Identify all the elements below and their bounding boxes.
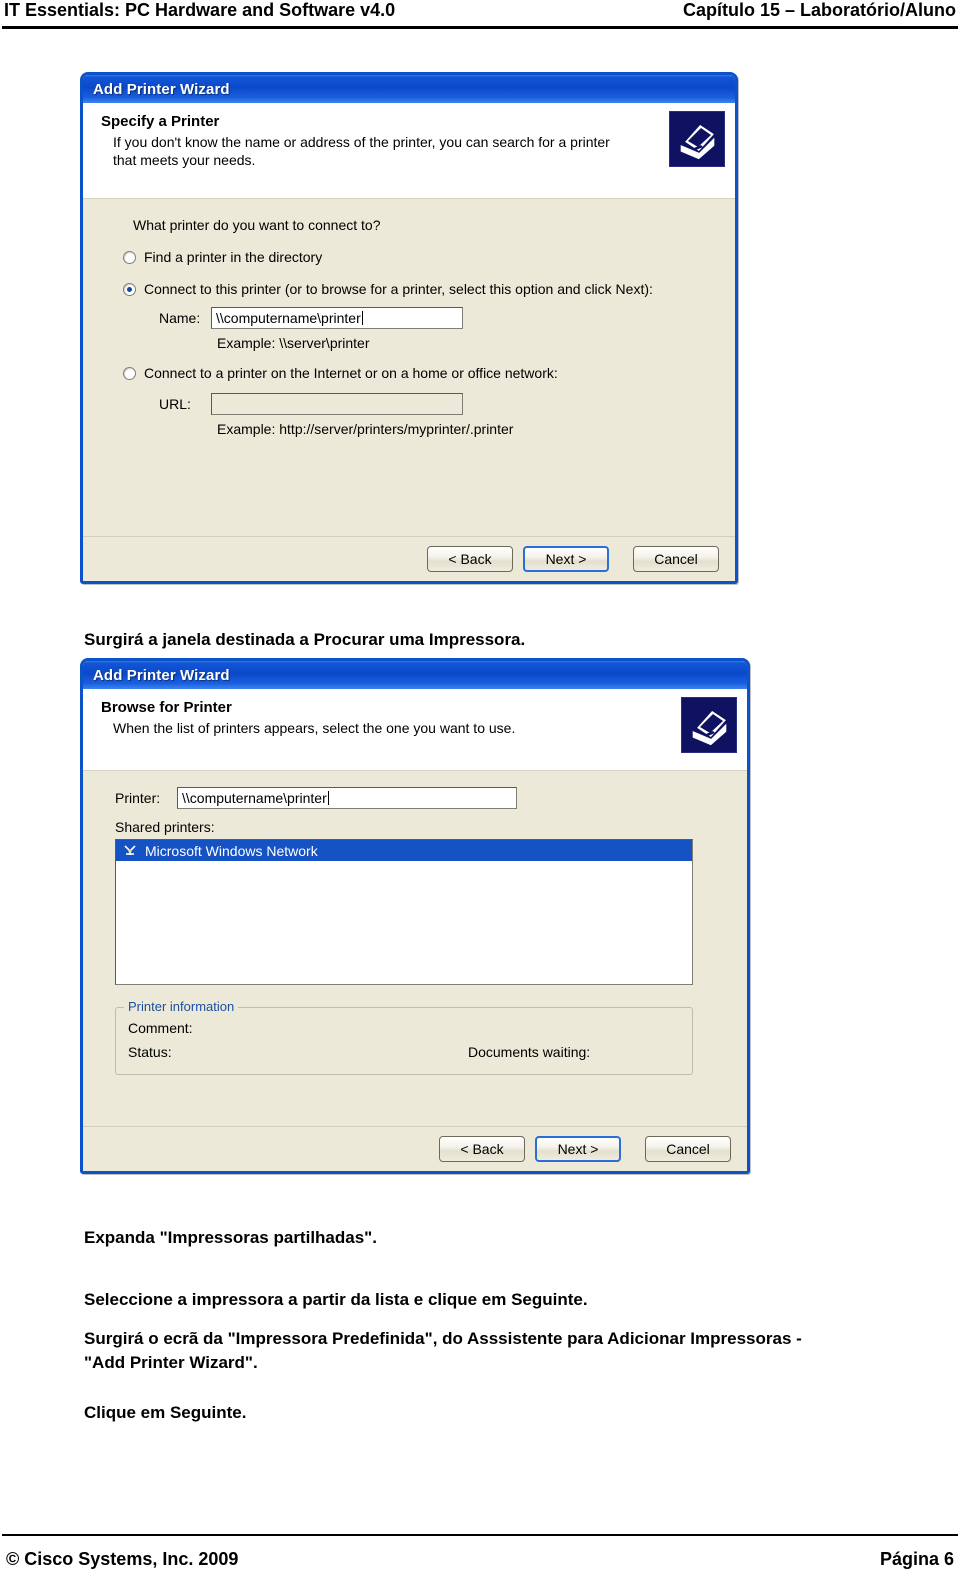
dialog1-banner: Specify a Printer If you don't know the …: [83, 103, 735, 199]
name-field-label: Name:: [159, 310, 201, 326]
paragraph-click-next-pre: Clique em: [84, 1403, 170, 1422]
radio-connect-internet-printer[interactable]: Connect to a printer on the Internet or …: [123, 365, 717, 381]
radio-connect-this-printer[interactable]: Connect to this printer (or to browse fo…: [123, 281, 717, 297]
dialog2-footer: < Back Next > Cancel: [83, 1126, 747, 1171]
dialog2-banner-heading: Browse for Printer: [101, 699, 232, 716]
radio-connect-internet-printer-control[interactable]: [123, 366, 136, 380]
dialog1-footer: < Back Next > Cancel: [83, 536, 735, 581]
paragraph-expand-shared: Expanda "Impressoras partilhadas".: [84, 1228, 377, 1247]
documents-waiting-label: Documents waiting:: [468, 1044, 591, 1060]
dialog2-banner: Browse for Printer When the list of prin…: [83, 689, 747, 771]
add-printer-wizard-specify-dialog: Add Printer Wizard Specify a Printer If …: [80, 72, 738, 584]
shared-printers-listbox[interactable]: Microsoft Windows Network: [115, 839, 693, 985]
paragraph-click-next-bold: Seguinte: [169, 1403, 242, 1422]
url-field-row: URL:: [159, 393, 717, 415]
next-button[interactable]: Next >: [535, 1136, 621, 1162]
paragraph-select-printer: Seleccione a impressora a partir da list…: [84, 1288, 588, 1312]
radio-connect-this-printer-control[interactable]: [123, 282, 136, 296]
header-chapter-title: Capítulo 15 – Laboratório/Aluno: [682, 0, 956, 20]
dialog1-banner-heading: Specify a Printer: [101, 113, 220, 130]
printer-field-label: Printer:: [115, 790, 161, 806]
status-row: Status: Documents waiting:: [116, 1044, 692, 1060]
dialog2-banner-text: When the list of printers appears, selec…: [113, 720, 516, 736]
url-input[interactable]: [211, 393, 463, 415]
footer-copyright: © Cisco Systems, Inc. 2009: [6, 1548, 239, 1569]
footer-divider: [2, 1534, 958, 1536]
paragraph-select-printer-bold: Seguinte: [511, 1290, 583, 1309]
next-button[interactable]: Next >: [523, 546, 609, 572]
header-divider: [2, 26, 958, 29]
name-example: Example: \\server\printer: [217, 335, 370, 351]
dialog1-title: Add Printer Wizard: [93, 80, 230, 98]
radio-find-printer-directory-control[interactable]: [123, 250, 136, 264]
back-button[interactable]: < Back: [427, 546, 513, 572]
paragraph-click-next-post: .: [241, 1403, 247, 1422]
radio-connect-internet-printer-label: Connect to a printer on the Internet or …: [144, 365, 558, 381]
radio-find-printer-directory[interactable]: Find a printer in the directory: [123, 249, 717, 265]
printer-icon: [681, 697, 737, 753]
name-input-value: \\computername\printer: [216, 310, 361, 326]
page-footer: © Cisco Systems, Inc. 2009 Página 6: [0, 1544, 960, 1574]
printer-information-group: Printer information Comment: Status: Doc…: [115, 999, 693, 1075]
url-field-label: URL:: [159, 396, 191, 412]
status-label: Status:: [128, 1044, 172, 1060]
dialog2-titlebar[interactable]: Add Printer Wizard: [83, 661, 747, 689]
printer-input[interactable]: \\computername\printer: [177, 787, 517, 809]
radio-connect-this-printer-label: Connect to this printer (or to browse fo…: [144, 281, 653, 297]
text-caret: [361, 311, 363, 325]
url-example: Example: http://server/printers/myprinte…: [217, 421, 514, 437]
paragraph-default-printer-line1: Surgirá o ecrã da "Impressora Predefinid…: [84, 1329, 802, 1348]
cancel-button[interactable]: Cancel: [645, 1136, 731, 1162]
dialog1-body: What printer do you want to connect to? …: [83, 199, 735, 537]
cancel-button[interactable]: Cancel: [633, 546, 719, 572]
back-button[interactable]: < Back: [439, 1136, 525, 1162]
comment-row: Comment:: [116, 1020, 692, 1036]
network-icon: [122, 843, 138, 858]
shared-printers-label: Shared printers:: [115, 819, 215, 835]
printer-icon: [669, 111, 725, 167]
header-course-title: IT Essentials: PC Hardware and Software …: [4, 0, 396, 20]
paragraph-default-printer-line2: "Add Printer Wizard".: [84, 1353, 258, 1372]
dialog2-title: Add Printer Wizard: [93, 666, 230, 684]
dialog1-titlebar[interactable]: Add Printer Wizard: [83, 75, 735, 103]
name-input[interactable]: \\computername\printer: [211, 307, 463, 329]
dialog2-body: Printer: \\computername\printer Shared p…: [83, 771, 747, 1139]
paragraph-default-printer-screen: Surgirá o ecrã da "Impressora Predefinid…: [84, 1327, 884, 1375]
radio-find-printer-directory-label: Find a printer in the directory: [144, 249, 323, 265]
dialog1-question: What printer do you want to connect to?: [133, 217, 381, 233]
printer-input-value: \\computername\printer: [182, 790, 327, 806]
footer-page-number: Página 6: [879, 1548, 954, 1569]
paragraph-click-next: Clique em Seguinte.: [84, 1401, 247, 1425]
add-printer-wizard-browse-dialog: Add Printer Wizard Browse for Printer Wh…: [80, 658, 750, 1174]
printer-field-row: Printer: \\computername\printer: [115, 787, 729, 809]
list-item[interactable]: Microsoft Windows Network: [116, 840, 692, 861]
list-item-label: Microsoft Windows Network: [145, 842, 318, 859]
paragraph-select-printer-post: .: [582, 1290, 588, 1309]
name-field-row: Name: \\computername\printer: [159, 307, 717, 329]
page-header: IT Essentials: PC Hardware and Software …: [0, 0, 960, 26]
caption-browse-printer: Surgirá a janela destinada a Procurar um…: [84, 630, 526, 649]
paragraph-select-printer-pre: Seleccione a impressora a partir da list…: [84, 1290, 512, 1309]
printer-information-title: Printer information: [124, 999, 239, 1014]
text-caret: [327, 791, 329, 805]
dialog1-banner-text: If you don't know the name or address of…: [113, 134, 610, 168]
comment-label: Comment:: [128, 1020, 193, 1036]
